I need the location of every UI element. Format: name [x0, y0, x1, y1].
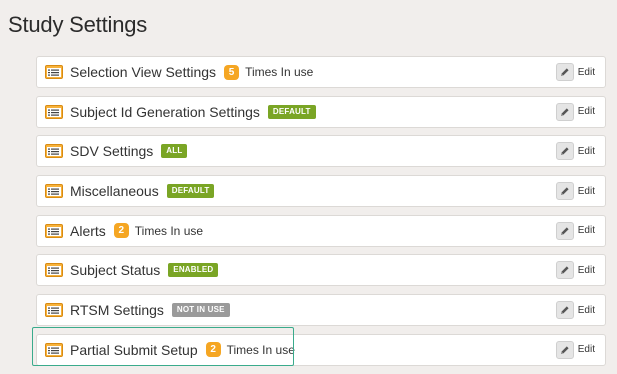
pencil-icon [555, 182, 574, 201]
usage-count-badge: 2 [113, 223, 129, 239]
usage-count-badge: 5 [224, 64, 240, 80]
setting-row-miscellaneous[interactable]: Miscellaneous DEFAULT Edit [36, 175, 606, 208]
pencil-icon [555, 102, 574, 121]
setting-title: Selection View Settings [70, 64, 217, 80]
pencil-icon [555, 142, 574, 161]
setting-title: RTSM Settings [70, 302, 164, 319]
setting-title: Subject Id Generation Settings [70, 103, 260, 120]
status-badge: DEFAULT [166, 184, 215, 199]
setting-row-subject-status[interactable]: Subject Status ENABLED Edit [36, 254, 606, 287]
pencil-icon [555, 63, 574, 81]
settings-list-icon [45, 303, 63, 318]
setting-row-subject-id-generation[interactable]: Subject Id Generation Settings DEFAULT E… [36, 95, 606, 128]
edit-button[interactable]: Edit [555, 63, 595, 81]
settings-list-icon [45, 223, 63, 238]
setting-title: Alerts [70, 222, 106, 239]
setting-row-selection-view[interactable]: Selection View Settings 5 Times In use E… [36, 56, 606, 88]
edit-label: Edit [577, 344, 595, 356]
settings-list-icon [45, 104, 63, 119]
edit-label: Edit [577, 225, 595, 237]
edit-label: Edit [577, 106, 595, 118]
setting-title: Partial Submit Setup [70, 341, 198, 358]
settings-list-icon [45, 263, 63, 278]
edit-label: Edit [577, 66, 595, 78]
edit-button[interactable]: Edit [555, 221, 595, 240]
edit-label: Edit [577, 264, 595, 276]
setting-title: Subject Status [70, 262, 161, 279]
settings-list-icon [45, 184, 63, 199]
setting-row-sdv[interactable]: SDV Settings ALL Edit [36, 135, 606, 168]
settings-list-icon [45, 144, 63, 159]
settings-list-icon [45, 65, 63, 79]
setting-row-rtsm[interactable]: RTSM Settings NOT IN USE Edit [36, 294, 606, 327]
edit-label: Edit [577, 185, 595, 197]
edit-button[interactable]: Edit [555, 301, 595, 320]
edit-label: Edit [577, 145, 595, 157]
setting-row-partial-submit-setup[interactable]: Partial Submit Setup 2 Times In use Edit [36, 333, 606, 366]
pencil-icon [555, 221, 574, 240]
setting-row-alerts[interactable]: Alerts 2 Times In use Edit [36, 214, 606, 247]
edit-button[interactable]: Edit [555, 102, 595, 121]
usage-text: Times In use [245, 65, 314, 79]
status-badge: DEFAULT [267, 104, 316, 119]
settings-list-icon [45, 342, 63, 357]
usage-text: Times In use [226, 342, 295, 357]
status-badge: ENABLED [168, 263, 219, 278]
edit-button[interactable]: Edit [555, 142, 595, 161]
edit-label: Edit [577, 304, 595, 316]
setting-title: SDV Settings [70, 143, 154, 160]
status-badge: NOT IN USE [171, 303, 230, 318]
settings-list: Selection View Settings 5 Times In use E… [36, 56, 606, 374]
usage-text: Times In use [134, 223, 204, 238]
pencil-icon [555, 301, 574, 320]
pencil-icon [555, 261, 574, 280]
setting-title: Miscellaneous [70, 183, 159, 200]
pencil-icon [555, 340, 574, 359]
page-title: Study Settings [8, 12, 148, 37]
edit-button[interactable]: Edit [555, 261, 595, 280]
status-badge: ALL [161, 144, 188, 159]
usage-count-badge: 2 [205, 342, 221, 358]
edit-button[interactable]: Edit [555, 182, 595, 201]
edit-button[interactable]: Edit [555, 340, 595, 359]
